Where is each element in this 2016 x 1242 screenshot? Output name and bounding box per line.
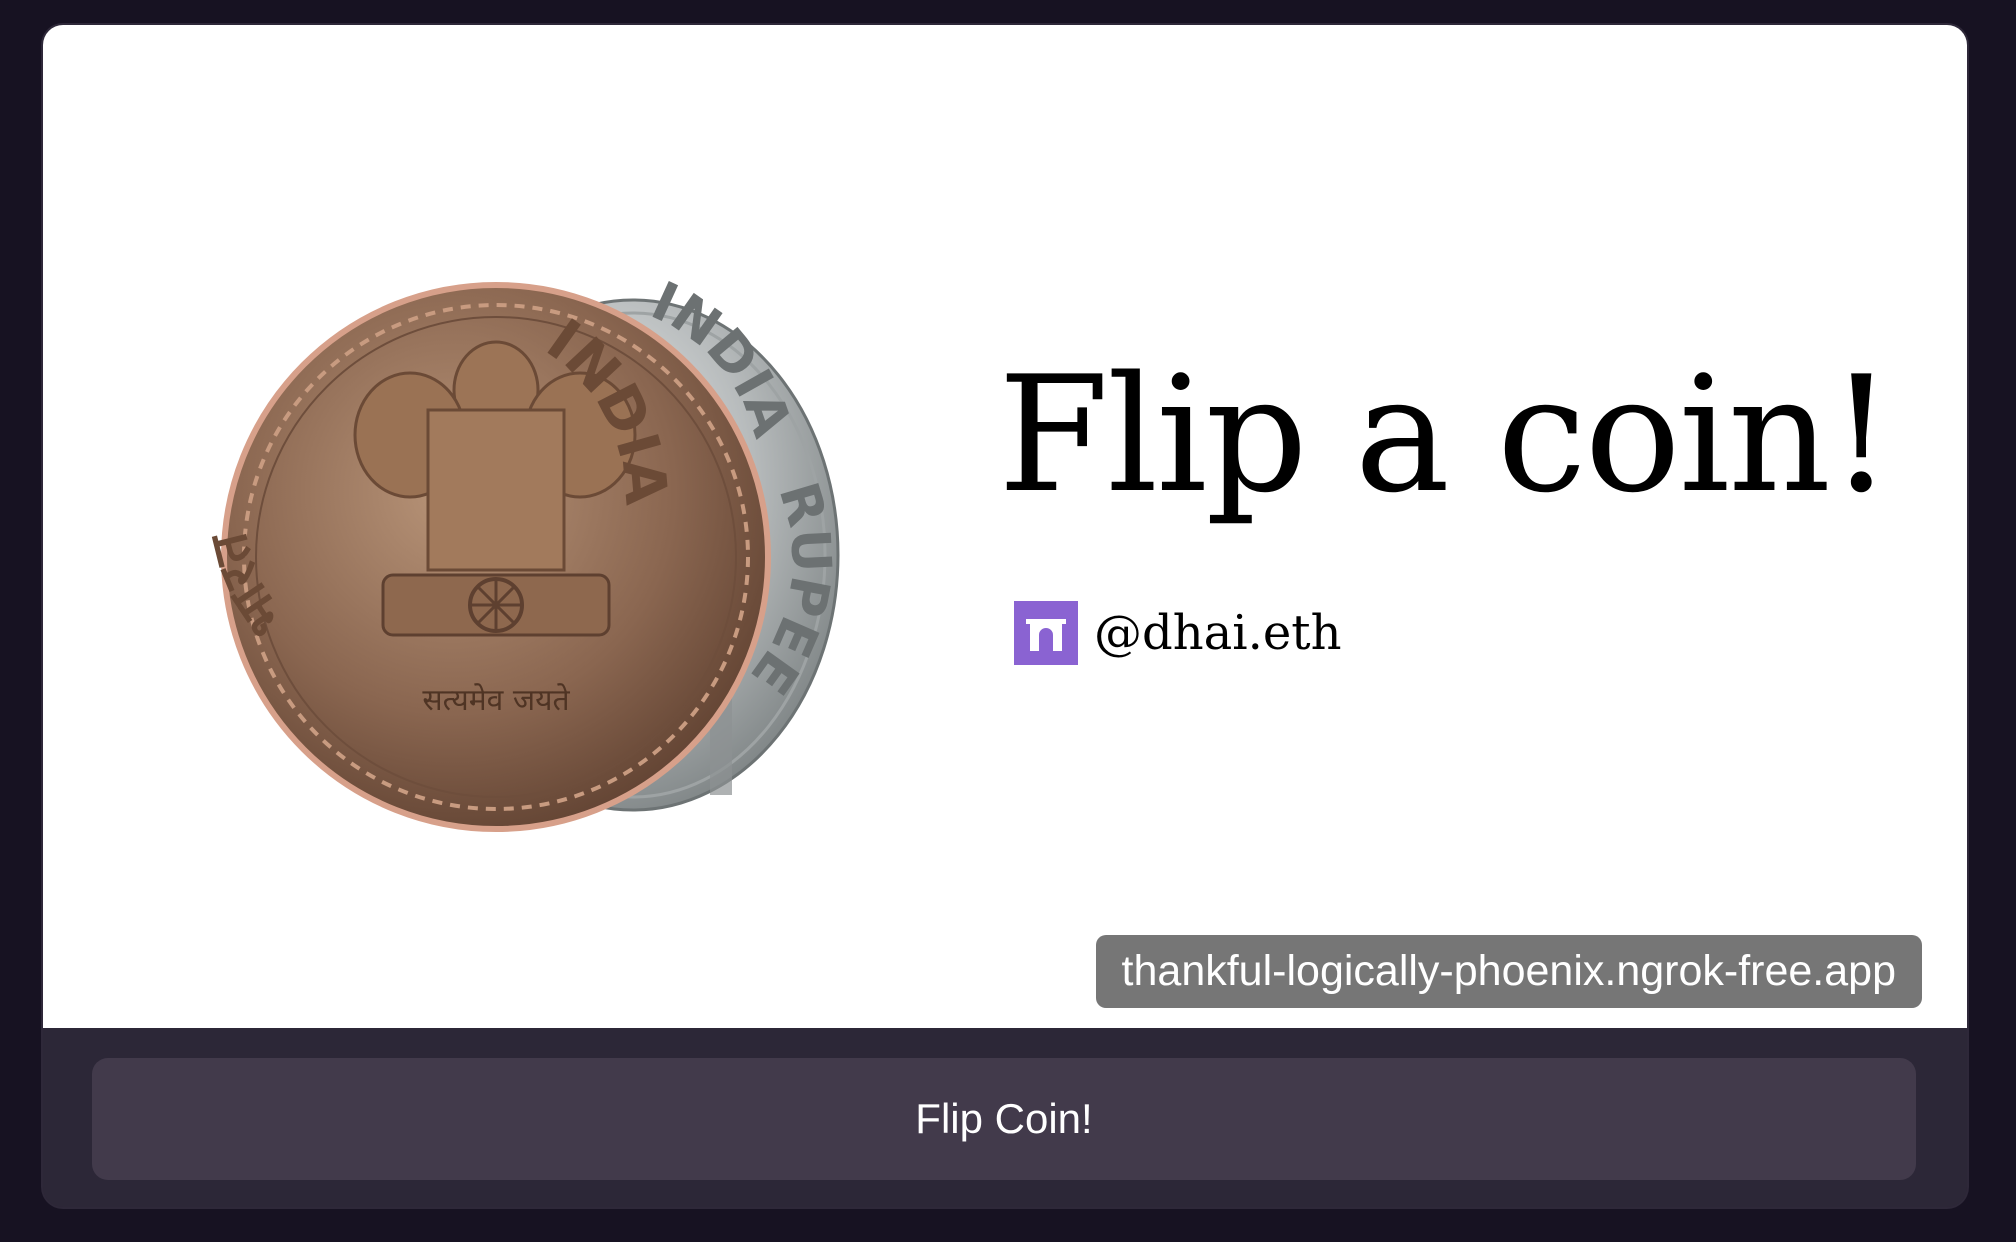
frame-card: INDIA RUPEE INDIA भारत सत्यमेव जयते Flip… [43,25,1967,1207]
farcaster-arch-icon [1014,601,1078,665]
coins-illustration: INDIA RUPEE INDIA भारत सत्यमेव जयते [198,269,843,832]
author-row: @dhai.eth [1014,600,1341,666]
flip-coin-button[interactable]: Flip Coin! [92,1058,1916,1180]
frame-url-badge[interactable]: thankful-logically-phoenix.ngrok-free.ap… [1095,935,1922,1008]
frame-title: Flip a coin! [998,341,1893,528]
bronze-coin: INDIA भारत सत्यमेव जयते [198,282,771,832]
frame-footer: Flip Coin! [43,1028,1967,1207]
frame-image: INDIA RUPEE INDIA भारत सत्यमेव जयते Flip… [43,25,1967,1028]
author-handle: @dhai.eth [1094,605,1342,661]
bronze-coin-motto: सत्यमेव जयते [422,683,570,718]
